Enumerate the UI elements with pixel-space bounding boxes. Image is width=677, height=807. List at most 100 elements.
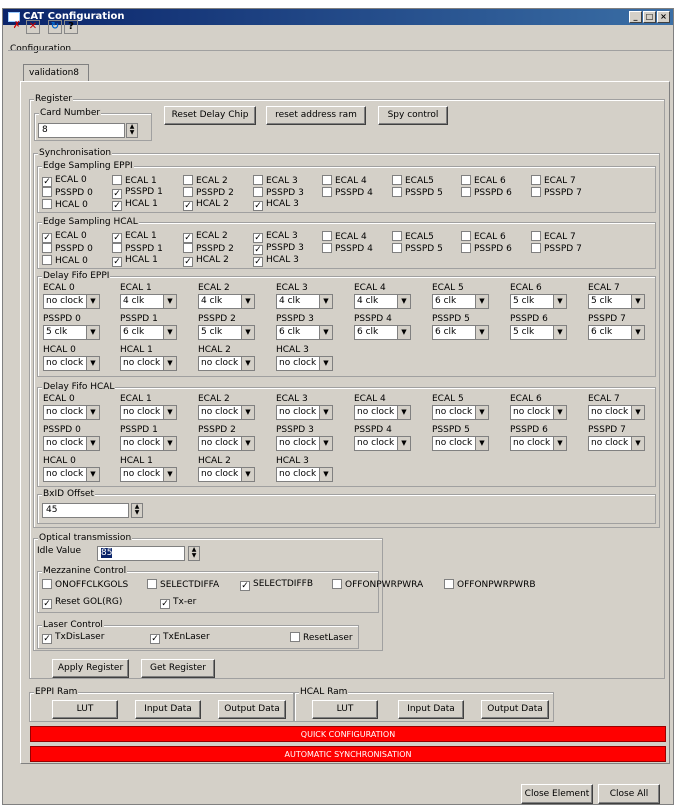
- delay-select-ecal3[interactable]: 4 clk ▼: [276, 294, 333, 309]
- hcal-output-data-button[interactable]: Output Data: [481, 700, 549, 719]
- checkbox-resetgolrg[interactable]: ✓ Reset GOL(RG): [42, 597, 122, 609]
- close-all-button[interactable]: Close All: [598, 784, 660, 804]
- checkbox-psspd1[interactable]: ✓ PSSPD 1: [112, 187, 163, 199]
- chevron-down-icon[interactable]: ▼: [163, 357, 176, 370]
- delay-select-psspd3[interactable]: 6 clk ▼: [276, 325, 333, 340]
- checkbox-box[interactable]: [253, 175, 263, 185]
- checkbox-box[interactable]: [183, 175, 193, 185]
- chevron-down-icon[interactable]: ▼: [163, 406, 176, 419]
- help-icon[interactable]: ?: [64, 20, 78, 34]
- chevron-down-icon[interactable]: ▼: [241, 406, 254, 419]
- checkbox-box[interactable]: [322, 243, 332, 253]
- chevron-down-icon[interactable]: ▼: [241, 326, 254, 339]
- checkbox-box[interactable]: ✓: [112, 257, 122, 267]
- idle-value-spinner[interactable]: ▲ ▼: [188, 546, 200, 561]
- delay-select-hcal2[interactable]: no clock ▼: [198, 467, 255, 482]
- checkbox-box[interactable]: ✓: [112, 201, 122, 211]
- checkbox-hcal0[interactable]: HCAL 0: [42, 255, 88, 267]
- checkbox-box[interactable]: ✓: [42, 233, 52, 243]
- chevron-down-icon[interactable]: ▼: [631, 406, 644, 419]
- delay-select-hcal0[interactable]: no clock ▼: [43, 356, 100, 371]
- checkbox-txer[interactable]: ✓ Tx-er: [160, 597, 196, 609]
- chevron-down-icon[interactable]: ▼: [86, 357, 99, 370]
- checkbox-hcal3[interactable]: ✓ HCAL 3: [253, 199, 299, 211]
- close-icon[interactable]: ×: [657, 11, 670, 23]
- chevron-down-icon[interactable]: ▼: [163, 295, 176, 308]
- delay-select-ecal6[interactable]: 5 clk ▼: [510, 294, 567, 309]
- checkbox-psspd4[interactable]: PSSPD 4: [322, 187, 373, 199]
- checkbox-psspd5[interactable]: PSSPD 5: [392, 187, 443, 199]
- checkbox-hcal1[interactable]: ✓ HCAL 1: [112, 255, 158, 267]
- checkbox-hcal3[interactable]: ✓ HCAL 3: [253, 255, 299, 267]
- chevron-down-icon[interactable]: ▼: [553, 295, 566, 308]
- chevron-down-icon[interactable]: ▼: [475, 406, 488, 419]
- title-bar[interactable]: CAT Configuration _ □ ×: [3, 9, 673, 25]
- chevron-down-icon[interactable]: ▼: [241, 357, 254, 370]
- checkbox-offonpwrpwra[interactable]: OFFONPWRPWRA: [332, 579, 423, 591]
- checkbox-ecal0[interactable]: ✓ ECAL 0: [42, 231, 87, 243]
- tab-validation8[interactable]: validation8: [23, 64, 89, 82]
- checkbox-ecal6[interactable]: ECAL 6: [461, 231, 506, 243]
- chevron-down-icon[interactable]: ▼: [241, 295, 254, 308]
- eppi-output-data-button[interactable]: Output Data: [218, 700, 286, 719]
- reset-address-ram-button[interactable]: reset address ram: [266, 106, 366, 125]
- checkbox-ecal0[interactable]: ✓ ECAL 0: [42, 175, 87, 187]
- delay-select-psspd4[interactable]: 6 clk ▼: [354, 325, 411, 340]
- refresh-icon[interactable]: ↻: [48, 20, 62, 34]
- checkbox-ecal7[interactable]: ECAL 7: [531, 175, 576, 187]
- checkbox-box[interactable]: ✓: [42, 599, 52, 609]
- checkbox-box[interactable]: [461, 187, 471, 197]
- delay-select-psspd2[interactable]: 5 clk ▼: [198, 325, 255, 340]
- chevron-down-icon[interactable]: ▼: [397, 406, 410, 419]
- chevron-down-icon[interactable]: ▼: [319, 437, 332, 450]
- reset-delay-chip-button[interactable]: Reset Delay Chip: [164, 106, 256, 125]
- minimize-icon[interactable]: _: [629, 11, 642, 23]
- checkbox-ecal5[interactable]: ECAL5: [392, 175, 434, 187]
- checkbox-box[interactable]: [112, 175, 122, 185]
- checkbox-ecal4[interactable]: ECAL 4: [322, 175, 367, 187]
- delay-select-psspd3[interactable]: no clock ▼: [276, 436, 333, 451]
- checkbox-psspd6[interactable]: PSSPD 6: [461, 187, 512, 199]
- delay-select-ecal7[interactable]: 5 clk ▼: [588, 294, 645, 309]
- checkbox-psspd3[interactable]: PSSPD 3: [253, 187, 304, 199]
- delay-select-psspd7[interactable]: 6 clk ▼: [588, 325, 645, 340]
- checkbox-ecal6[interactable]: ECAL 6: [461, 175, 506, 187]
- remove-all-icon[interactable]: ✗: [10, 20, 24, 34]
- card-number-input[interactable]: 8: [38, 123, 125, 138]
- delay-select-ecal2[interactable]: no clock ▼: [198, 405, 255, 420]
- chevron-down-icon[interactable]: ▼: [397, 295, 410, 308]
- bxid-offset-spinner[interactable]: ▲ ▼: [131, 503, 143, 518]
- delay-select-ecal4[interactable]: 4 clk ▼: [354, 294, 411, 309]
- spy-control-button[interactable]: Spy control: [378, 106, 448, 125]
- quick-configuration-button[interactable]: QUICK CONFIGURATION: [30, 726, 666, 742]
- delay-select-hcal1[interactable]: no clock ▼: [120, 356, 177, 371]
- delay-select-hcal3[interactable]: no clock ▼: [276, 467, 333, 482]
- delay-select-psspd5[interactable]: 6 clk ▼: [432, 325, 489, 340]
- delay-select-ecal2[interactable]: 4 clk ▼: [198, 294, 255, 309]
- close-element-button[interactable]: Close Element: [521, 784, 593, 804]
- delay-select-psspd0[interactable]: 5 clk ▼: [43, 325, 100, 340]
- chevron-down-icon[interactable]: ▼: [163, 326, 176, 339]
- delay-select-psspd0[interactable]: no clock ▼: [43, 436, 100, 451]
- automatic-synchronisation-button[interactable]: AUTOMATIC SYNCHRONISATION: [30, 746, 666, 762]
- delay-select-hcal1[interactable]: no clock ▼: [120, 467, 177, 482]
- checkbox-psspd1[interactable]: PSSPD 1: [112, 243, 163, 255]
- checkbox-psspd3[interactable]: ✓ PSSPD 3: [253, 243, 304, 255]
- chevron-down-icon[interactable]: ▼: [319, 326, 332, 339]
- checkbox-box[interactable]: ✓: [160, 599, 170, 609]
- checkbox-psspd2[interactable]: PSSPD 2: [183, 243, 234, 255]
- checkbox-box[interactable]: [531, 231, 541, 241]
- checkbox-box[interactable]: ✓: [183, 257, 193, 267]
- delay-select-ecal0[interactable]: no clock ▼: [43, 405, 100, 420]
- checkbox-box[interactable]: ✓: [42, 177, 52, 187]
- checkbox-box[interactable]: ✓: [112, 189, 122, 199]
- chevron-down-icon[interactable]: ▼: [475, 295, 488, 308]
- checkbox-psspd2[interactable]: PSSPD 2: [183, 187, 234, 199]
- bxid-offset-input[interactable]: 45: [42, 503, 129, 518]
- delay-select-psspd5[interactable]: no clock ▼: [432, 436, 489, 451]
- checkbox-box[interactable]: [183, 187, 193, 197]
- checkbox-txdislaser[interactable]: ✓ TxDisLaser: [42, 632, 104, 644]
- checkbox-box[interactable]: [322, 231, 332, 241]
- checkbox-box[interactable]: [42, 255, 52, 265]
- checkbox-ecal7[interactable]: ECAL 7: [531, 231, 576, 243]
